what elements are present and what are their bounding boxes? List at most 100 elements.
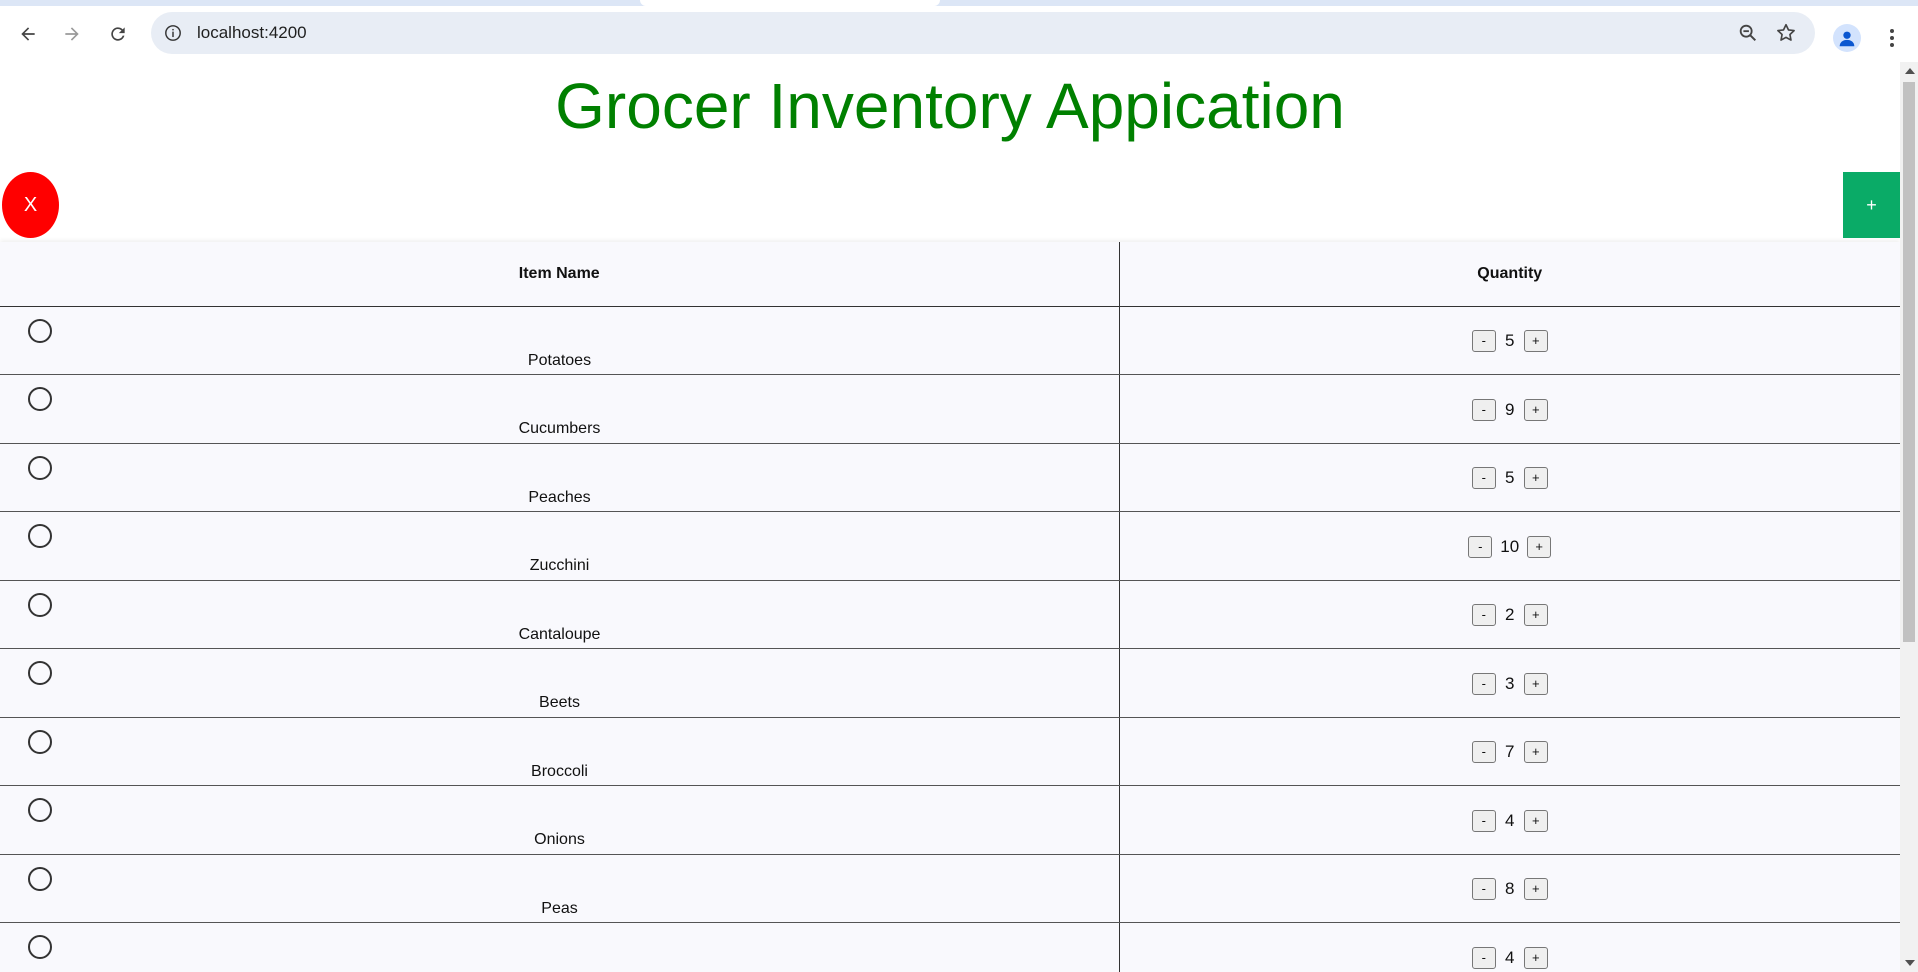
item-name: Broccoli — [531, 762, 588, 780]
increment-button[interactable]: + — [1523, 330, 1548, 353]
quantity-cell: -4 + — [1119, 922, 1900, 972]
scroll-up-arrow-icon[interactable] — [1905, 68, 1915, 74]
item-name-cell: Cantaloupe — [0, 580, 1120, 649]
increment-button[interactable]: + — [1523, 809, 1548, 832]
quantity-value: 8 — [1505, 879, 1515, 899]
quantity-cell: -5 + — [1119, 306, 1900, 375]
quantity-stepper: -8 + — [1120, 878, 1901, 901]
decrement-button[interactable]: - — [1471, 330, 1496, 353]
quantity-cell: -8 + — [1119, 854, 1900, 923]
table-row: Zucchini -10 + — [0, 511, 1901, 581]
decrement-button[interactable]: - — [1471, 878, 1496, 901]
increment-button[interactable]: + — [1523, 398, 1548, 421]
scroll-down-arrow-icon[interactable] — [1905, 960, 1915, 966]
select-item-radio[interactable] — [28, 935, 52, 959]
decrement-button[interactable]: - — [1471, 467, 1496, 490]
decrement-button[interactable]: - — [1471, 741, 1496, 764]
select-item-radio[interactable] — [28, 318, 52, 343]
quantity-value: 2 — [1505, 605, 1515, 625]
decrement-button[interactable]: - — [1468, 535, 1493, 558]
quantity-cell: -2 + — [1119, 580, 1900, 649]
item-name: Beets — [539, 694, 580, 711]
quantity-cell: -7 + — [1119, 717, 1900, 786]
item-name-cell: Broccoli — [0, 717, 1120, 786]
quantity-value: 4 — [1505, 810, 1515, 830]
select-item-radio[interactable] — [28, 661, 52, 685]
address-bar[interactable]: localhost:4200 — [151, 12, 1815, 54]
forward-arrow-icon — [65, 27, 79, 41]
browser-toolbar: localhost:4200 — [0, 6, 1918, 62]
increment-button[interactable]: + — [1527, 535, 1552, 558]
quantity-value: 3 — [1505, 673, 1515, 693]
quantity-cell: -4 + — [1119, 785, 1901, 855]
item-name-cell: Potatoes — [0, 306, 1120, 375]
item-name: Onions — [534, 831, 585, 848]
profile-avatar-icon[interactable] — [1833, 24, 1861, 52]
quantity-value: 5 — [1505, 331, 1515, 351]
scrollbar-thumb[interactable] — [1903, 82, 1915, 642]
decrement-button[interactable]: - — [1471, 604, 1496, 627]
quantity-value: 9 — [1505, 399, 1515, 419]
page-scrollbar[interactable] — [1900, 62, 1918, 972]
item-name: Cucumbers — [518, 420, 601, 437]
quantity-value: 4 — [1505, 947, 1515, 967]
quantity-stepper: -9 + — [1120, 398, 1901, 421]
select-item-radio[interactable] — [28, 387, 52, 411]
quantity-stepper: -10 + — [1120, 535, 1901, 558]
quantity-stepper: -3 + — [1120, 672, 1901, 695]
item-name: Peaches — [528, 488, 591, 506]
select-item-radio[interactable] — [28, 798, 52, 822]
bookmark-star-icon[interactable] — [1775, 22, 1797, 44]
url-text[interactable]: localhost:4200 — [197, 23, 307, 43]
header-item-name: Item Name — [0, 242, 1120, 307]
quantity-cell: -3 + — [1119, 648, 1901, 718]
item-name-cell: Zucchini — [0, 511, 1120, 581]
increment-button[interactable]: + — [1523, 946, 1548, 969]
inventory-table: Item Name Quantity Potatoes -5 + Cucumbers -… — [0, 242, 1900, 972]
table-row: Peas -8 + — [0, 854, 1900, 923]
table-row: Peaches -5 + — [0, 443, 1900, 512]
browser-menu-icon[interactable] — [1880, 24, 1904, 52]
reload-button[interactable] — [104, 20, 132, 48]
select-item-radio[interactable] — [28, 866, 52, 891]
item-name: Zucchini — [529, 557, 590, 574]
table-row: Beets -3 + — [0, 648, 1901, 718]
select-item-radio[interactable] — [28, 729, 52, 754]
delete-selected-button[interactable]: X — [2, 172, 59, 238]
zoom-out-icon[interactable] — [1737, 22, 1759, 44]
table-row: Broccoli -7 + — [0, 717, 1900, 786]
increment-button[interactable]: + — [1523, 604, 1548, 627]
decrement-button[interactable]: - — [1471, 946, 1496, 969]
quantity-stepper: -4 + — [1120, 809, 1901, 832]
page-viewport: Grocer Inventory Appication X + Item Nam… — [0, 62, 1900, 972]
select-item-radio[interactable] — [28, 592, 52, 617]
site-info-icon[interactable] — [163, 23, 183, 43]
item-name-cell: Cucumbers — [0, 374, 1120, 444]
quantity-stepper: -7 + — [1120, 741, 1901, 764]
table-row: -4 + — [0, 922, 1900, 972]
table-row: Cantaloupe -2 + — [0, 580, 1900, 649]
decrement-button[interactable]: - — [1471, 398, 1496, 421]
select-item-radio[interactable] — [28, 455, 52, 480]
increment-button[interactable]: + — [1523, 467, 1548, 490]
reload-icon — [111, 27, 125, 41]
quantity-value: 10 — [1500, 536, 1520, 556]
quantity-cell: -10 + — [1119, 511, 1901, 581]
back-button[interactable] — [14, 20, 42, 48]
increment-button[interactable]: + — [1523, 878, 1548, 901]
quantity-stepper: -5 + — [1120, 467, 1901, 490]
select-item-radio[interactable] — [28, 524, 52, 548]
forward-button[interactable] — [58, 20, 86, 48]
table-row: Potatoes -5 + — [0, 306, 1900, 375]
quantity-stepper: -5 + — [1120, 330, 1901, 353]
add-item-button[interactable]: + — [1843, 172, 1900, 238]
table-header-row: Item Name Quantity — [0, 242, 1900, 307]
increment-button[interactable]: + — [1523, 672, 1548, 695]
quantity-value: 7 — [1505, 742, 1515, 762]
quantity-stepper: -2 + — [1120, 604, 1901, 627]
decrement-button[interactable]: - — [1471, 809, 1496, 832]
increment-button[interactable]: + — [1523, 741, 1548, 764]
decrement-button[interactable]: - — [1471, 672, 1496, 695]
item-name-cell: Peaches — [0, 443, 1120, 512]
quantity-cell: -9 + — [1119, 374, 1901, 444]
